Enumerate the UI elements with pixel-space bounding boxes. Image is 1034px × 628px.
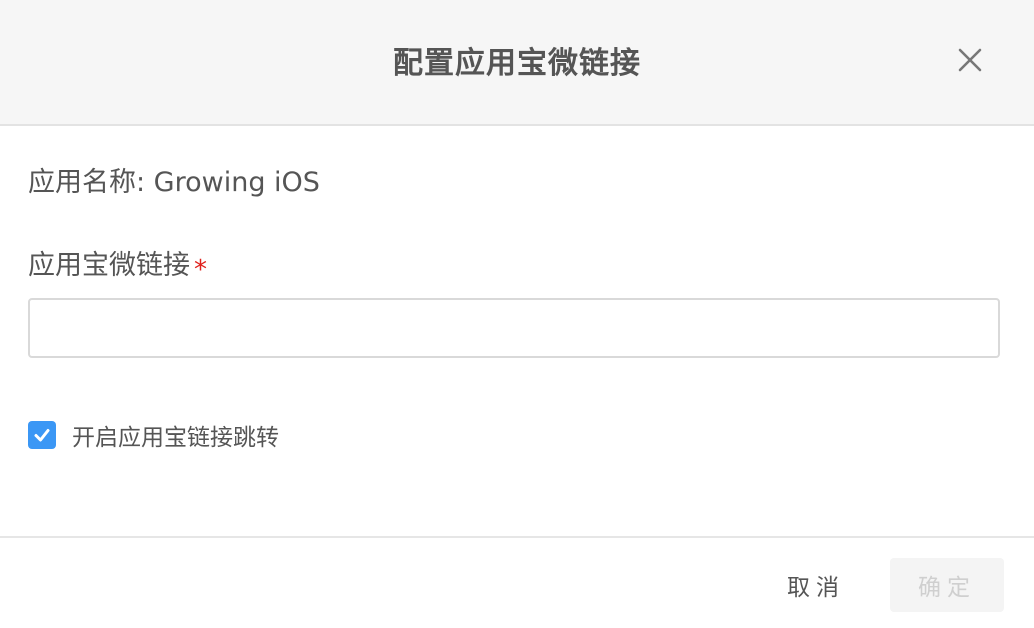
link-field-label: 应用宝微链接 * (28, 243, 207, 285)
enable-jump-checkbox-row[interactable]: 开启应用宝链接跳转 (28, 420, 279, 451)
config-dialog: 配置应用宝微链接 应用名称: Growing iOS 应用宝微链接 * 开启应用宝… (0, 0, 1034, 628)
dialog-header: 配置应用宝微链接 (0, 0, 1034, 126)
app-name-text: 应用名称: Growing iOS (28, 167, 320, 198)
cancel-button[interactable]: 取消 (770, 558, 862, 612)
footer-divider (0, 536, 1034, 538)
link-input[interactable] (28, 298, 1000, 358)
check-icon (34, 429, 50, 442)
confirm-button[interactable]: 确定 (890, 558, 1004, 612)
dialog-title: 配置应用宝微链接 (393, 46, 641, 81)
close-icon (958, 48, 982, 72)
enable-jump-label: 开启应用宝链接跳转 (72, 425, 279, 451)
required-mark: * (194, 255, 207, 285)
close-button[interactable] (952, 42, 988, 78)
enable-jump-checkbox[interactable] (28, 421, 56, 449)
link-field-label-text: 应用宝微链接 (28, 250, 190, 281)
